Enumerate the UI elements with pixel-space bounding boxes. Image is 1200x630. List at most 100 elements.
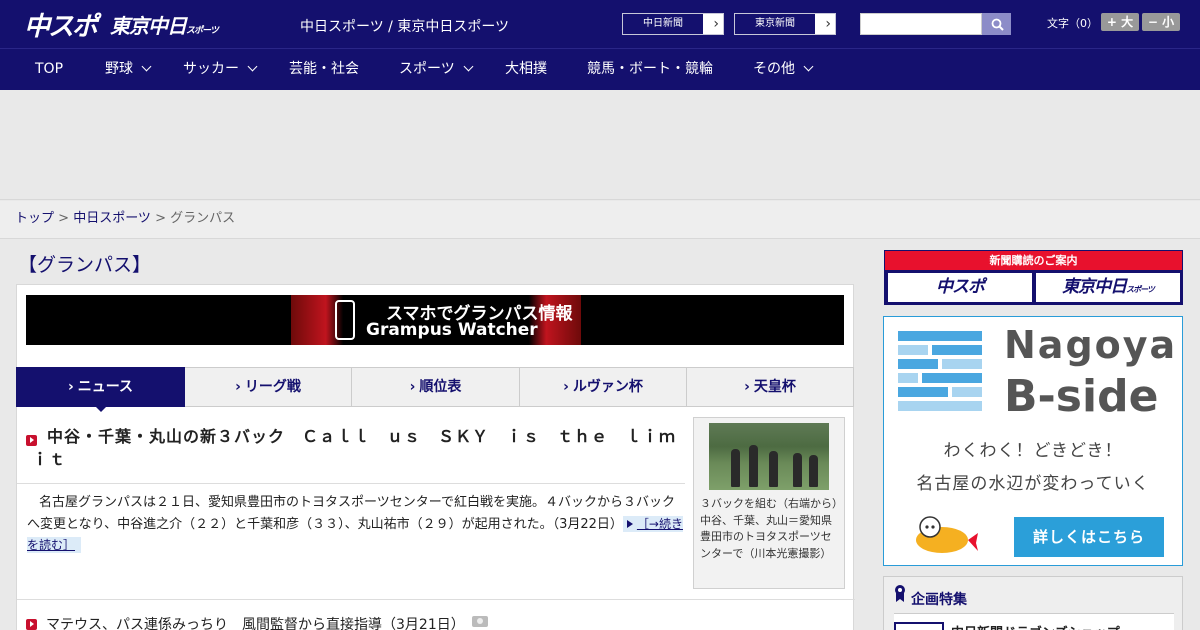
tokyo-chunichi-logo[interactable]: 東京中日スポーツ — [110, 10, 219, 39]
chevron-down-icon — [803, 61, 814, 72]
bside-tagline-1: わくわく！どきどき！ — [943, 441, 1123, 461]
tab-levain-cup[interactable]: › ルヴァン杯 — [520, 367, 687, 407]
tab-label: リーグ戦 — [244, 379, 301, 395]
breadcrumb: トップ > 中日スポーツ > グランパス — [0, 201, 1200, 239]
nav-label: 野球 — [105, 61, 133, 77]
photo-caption: ３バックを組む（右端から）中谷、千葉、丸山＝愛知県豊田市のトヨタスポーツセンター… — [700, 497, 838, 560]
nav-item-other[interactable]: その他 — [753, 49, 814, 91]
tab-league[interactable]: › リーグ戦 — [185, 367, 352, 407]
tokyo-shimbun-label: 東京新聞 — [735, 14, 815, 34]
tab-news[interactable]: › ニュース — [16, 367, 185, 412]
subscribe-tokyo-label: 東京中日 — [1062, 277, 1127, 297]
subscription-box: 新聞購読のご案内 中スポ 東京中日スポーツ — [884, 250, 1183, 305]
special-features-title: 企画特集 — [911, 592, 967, 608]
bside-title-line2: B-side — [1004, 371, 1159, 422]
article-photo-box: ３バックを組む（右端から）中谷、千葉、丸山＝愛知県豊田市のトヨタスポーツセンター… — [693, 417, 845, 589]
player-figure — [809, 455, 818, 487]
tokyo-shimbun-button[interactable]: 東京新聞 › — [734, 13, 836, 35]
player-figure — [769, 451, 778, 487]
subscribe-chuspo-button[interactable]: 中スポ — [888, 273, 1032, 302]
search-icon — [991, 18, 1004, 31]
nav-item-top[interactable]: TOP — [35, 49, 63, 91]
nav-item-soccer[interactable]: サッカー — [183, 49, 258, 91]
tokyo-logo-text: 東京中日 — [110, 14, 187, 38]
nav-label: 芸能・社会 — [289, 61, 359, 77]
player-figure — [793, 453, 802, 487]
nav-item-sports[interactable]: スポーツ — [399, 49, 474, 91]
breadcrumb-separator: > — [150, 211, 171, 226]
divider — [17, 599, 855, 600]
site-title[interactable]: 中日スポーツ / 東京中日スポーツ — [300, 16, 509, 36]
article-lead-text: 名古屋グランパスは２１日、愛知県豊田市のトヨタスポーツセンターで紅白戦を実施。４… — [27, 495, 675, 532]
subscribe-tokyo-chunichi-button[interactable]: 東京中日スポーツ — [1036, 273, 1180, 302]
nav-label: その他 — [753, 61, 795, 77]
nav-label: TOP — [35, 61, 64, 77]
nav-item-baseball[interactable]: 野球 — [105, 49, 152, 91]
banner-subtitle: Grampus Watcher — [366, 320, 538, 340]
tab-label: 天皇杯 — [753, 379, 796, 395]
chevron-down-icon — [463, 61, 474, 72]
chunichi-shimbun-button[interactable]: 中日新聞 › — [622, 13, 724, 35]
bside-tagline-2: 名古屋の水辺が変わっていく — [916, 474, 1150, 494]
chevron-right-icon: › — [235, 379, 241, 395]
chevron-right-icon: › — [409, 379, 416, 395]
ad-area — [0, 90, 1200, 200]
nav-label: 大相撲 — [505, 61, 547, 77]
bside-details-button[interactable]: 詳しくはこちら — [1014, 517, 1164, 557]
tab-label: ニュース — [77, 379, 134, 395]
shrimp-mascot-icon — [916, 516, 978, 553]
special-feature-item[interactable]: 中日新聞ドラゴンズショップ — [894, 613, 1174, 630]
ribbon-icon — [895, 585, 905, 602]
site-header: 中スポ 東京中日スポーツ 中日スポーツ / 東京中日スポーツ 中日新聞 › 東京… — [0, 0, 1200, 48]
feature-thumbnail — [894, 622, 944, 630]
nagoya-bside-ad[interactable]: Nagoya B-side わくわく！どきどき！ 名古屋の水辺が変わっていく 詳… — [883, 316, 1183, 566]
breadcrumb-home-link[interactable]: トップ — [15, 211, 54, 226]
nav-item-racing[interactable]: 競馬・ボート・競輪 — [587, 49, 713, 91]
chevron-down-icon — [247, 61, 258, 72]
chevron-right-icon: › — [67, 379, 74, 395]
player-figure — [749, 445, 758, 487]
divider — [17, 483, 685, 484]
article-headline[interactable]: 中谷・千葉・丸山の新３バック Ｃａｌｌ ｕｓ ＳＫＹ ｉｓ ｔｈｅ ｌｉｍｉｔ — [32, 425, 682, 471]
nav-label: 競馬・ボート・競輪 — [587, 61, 713, 77]
bside-title-line1: Nagoya — [1004, 323, 1178, 367]
breadcrumb-section-link[interactable]: 中日スポーツ — [73, 211, 151, 226]
search-button[interactable] — [982, 13, 1011, 35]
tab-standings[interactable]: › 順位表 — [352, 367, 520, 407]
arrow-bullet-icon — [26, 619, 37, 630]
player-figure — [731, 449, 740, 487]
nav-label: サッカー — [183, 61, 239, 77]
font-size-up-button[interactable]: + 大 — [1101, 13, 1139, 31]
play-arrow-icon — [626, 519, 633, 528]
tab-emperors-cup[interactable]: › 天皇杯 — [687, 367, 854, 407]
main-nav: TOP 野球 サッカー 芸能・社会 スポーツ 大相撲 競馬・ボート・競輪 その他 — [0, 48, 1200, 90]
special-features-box: 企画特集 中日新聞ドラゴンズショップ — [883, 576, 1183, 630]
chevron-right-icon: › — [713, 16, 719, 32]
chevron-right-icon: › — [825, 16, 831, 32]
breadcrumb-current: グランパス — [170, 211, 236, 226]
tab-label: 順位表 — [419, 379, 462, 395]
tab-bar: › ニュース › リーグ戦 › 順位表 › ルヴァン杯 › 天皇杯 — [16, 367, 854, 412]
camera-icon — [472, 616, 488, 627]
subscribe-tokyo-small: スポーツ — [1126, 285, 1155, 294]
grampus-watcher-banner[interactable]: スマホでグランパス情報 Grampus Watcher — [26, 295, 844, 345]
search-input[interactable] — [860, 13, 982, 35]
chevron-right-icon: › — [744, 379, 750, 395]
smartphone-icon — [335, 300, 355, 340]
nav-item-sumo[interactable]: 大相撲 — [505, 49, 547, 91]
nav-item-entertainment[interactable]: 芸能・社会 — [289, 49, 359, 91]
subscription-header: 新聞購読のご案内 — [885, 251, 1182, 270]
article-lead: 名古屋グランパスは２１日、愛知県豊田市のトヨタスポーツセンターで紅白戦を実施。４… — [27, 493, 687, 557]
breadcrumb-separator: > — [54, 211, 74, 226]
nav-label: スポーツ — [399, 61, 455, 77]
chevron-down-icon — [141, 61, 152, 72]
feature-title: 中日新聞ドラゴンズショップ — [951, 622, 1120, 630]
font-size-down-button[interactable]: − 小 — [1142, 13, 1180, 31]
chevron-right-icon: › — [563, 379, 569, 395]
page-title: 【グランパス】 — [18, 254, 152, 276]
article-photo[interactable] — [709, 423, 829, 490]
news-list-item[interactable]: マテウス、パス連係みっちり 風間監督から直接指導（3月21日） — [46, 614, 465, 630]
chuspo-logo[interactable]: 中スポ — [24, 6, 98, 43]
font-size-label: 文字（0） — [1047, 17, 1098, 30]
tab-label: ルヴァン杯 — [572, 379, 643, 395]
